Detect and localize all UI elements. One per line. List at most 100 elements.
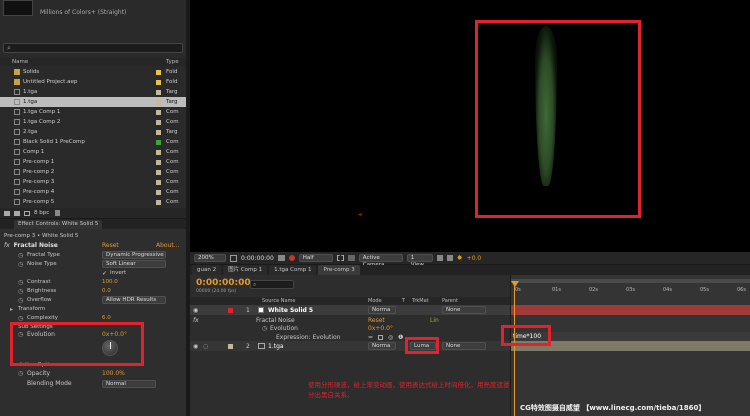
trash-icon[interactable] bbox=[55, 210, 61, 216]
render-icon[interactable] bbox=[446, 255, 453, 261]
effect-reset-link[interactable]: Reset bbox=[102, 242, 119, 249]
column-parent[interactable]: Parent bbox=[442, 298, 458, 304]
project-item[interactable]: 1.tga Targ bbox=[0, 87, 186, 97]
stopwatch-icon[interactable]: ◷ bbox=[18, 370, 23, 377]
project-item[interactable]: Pre-comp 5 Com bbox=[0, 197, 186, 207]
project-item[interactable]: Pre-comp 2 Com bbox=[0, 167, 186, 177]
project-search-input[interactable]: ⌕ bbox=[3, 43, 183, 53]
layer-mode-dropdown[interactable]: Norma bbox=[368, 342, 396, 350]
roi-icon[interactable] bbox=[336, 255, 344, 261]
stopwatch-icon[interactable]: ◷ bbox=[18, 279, 23, 286]
interpret-footage-icon[interactable] bbox=[4, 210, 10, 216]
label-color-swatch[interactable] bbox=[156, 149, 161, 155]
effect-prop-value[interactable]: 100.0 bbox=[102, 279, 118, 285]
column-name[interactable]: Name bbox=[12, 59, 28, 65]
fx-icon[interactable]: fx bbox=[4, 242, 10, 249]
camera-dropdown[interactable]: Active Camera bbox=[358, 254, 403, 268]
project-item[interactable]: Black Solid 1 PreComp Com bbox=[0, 137, 186, 147]
property-value[interactable]: 0x+0.0° bbox=[368, 325, 393, 332]
tab-effect-controls[interactable]: Effect Controls: White Solid 5 bbox=[14, 220, 103, 229]
timeline-tab[interactable]: guan 2 bbox=[192, 265, 222, 275]
project-item[interactable]: 2.tga Targ bbox=[0, 127, 186, 137]
viewer-timecode[interactable]: 0:00:00:00 bbox=[241, 255, 274, 262]
label-color-swatch[interactable] bbox=[156, 119, 161, 125]
bpc-label[interactable]: 8 bpc bbox=[34, 210, 49, 216]
stopwatch-icon[interactable]: ◷ bbox=[18, 315, 23, 322]
label-color-swatch[interactable] bbox=[228, 307, 233, 313]
label-color-swatch[interactable] bbox=[156, 69, 161, 75]
layer-name[interactable]: White Solid 5 bbox=[268, 307, 313, 314]
project-item[interactable]: Pre-comp 4 Com bbox=[0, 187, 186, 197]
project-item[interactable]: Pre-comp 1 Com bbox=[0, 157, 186, 167]
project-item[interactable]: 1.tga Targ bbox=[0, 97, 186, 107]
time-ruler[interactable]: 0s 01s 02s 03s 04s 05s 06s bbox=[511, 287, 750, 297]
label-color-swatch[interactable] bbox=[156, 189, 161, 195]
twirl-icon[interactable]: ▸ bbox=[10, 306, 13, 313]
transparency-icon[interactable] bbox=[347, 255, 355, 261]
label-color-swatch[interactable] bbox=[156, 169, 161, 175]
effect-prop-dropdown[interactable]: Soft Linear bbox=[102, 260, 166, 268]
label-color-swatch[interactable] bbox=[156, 79, 161, 85]
effect-about-link[interactable]: About... bbox=[156, 242, 179, 249]
toggle-icon[interactable] bbox=[436, 255, 443, 261]
column-mode[interactable]: Mode bbox=[368, 298, 382, 304]
resolution-dropdown[interactable]: Half bbox=[298, 254, 333, 262]
layer-name[interactable]: 1.tga bbox=[268, 343, 284, 350]
effect-prop-dropdown[interactable]: Allow HDR Results bbox=[102, 296, 166, 304]
label-color-swatch[interactable] bbox=[156, 179, 161, 185]
column-trkmat[interactable]: TrkMat bbox=[412, 298, 429, 304]
speaker-icon[interactable]: ◌ bbox=[203, 343, 208, 350]
project-item[interactable]: Pre-comp 3 Com bbox=[0, 177, 186, 187]
stopwatch-icon[interactable]: ◷ bbox=[18, 297, 23, 304]
stopwatch-icon[interactable]: ◷ bbox=[18, 252, 23, 259]
snapshot-icon[interactable] bbox=[277, 255, 285, 261]
new-comp-icon[interactable] bbox=[24, 210, 30, 216]
project-item[interactable]: Solids Fold bbox=[0, 67, 186, 77]
stopwatch-icon[interactable]: ◷ bbox=[18, 261, 23, 268]
column-t[interactable]: T bbox=[402, 298, 405, 304]
label-color-swatch[interactable] bbox=[156, 139, 161, 145]
timeline-tab[interactable]: Pre-comp 3 bbox=[318, 265, 360, 275]
layer-row-2[interactable]: ◉ ◌ 2 1.tga Norma Luma None bbox=[190, 341, 510, 351]
timeline-timecode[interactable]: 0:00:00:00 bbox=[196, 278, 251, 288]
effect-prop-value[interactable]: 0.0 bbox=[102, 288, 111, 294]
layer-row-1[interactable]: ◉ 1 White Solid 5 Norma None bbox=[190, 305, 510, 315]
exposure-icon[interactable]: ✸ bbox=[457, 254, 463, 262]
exposure-value[interactable]: +0.0 bbox=[467, 255, 482, 262]
effect-prop-value[interactable]: 6.0 bbox=[102, 315, 111, 321]
label-color-swatch[interactable] bbox=[156, 199, 161, 205]
stopwatch-icon[interactable]: ◷ bbox=[262, 325, 267, 332]
label-color-swatch[interactable] bbox=[156, 109, 161, 115]
playhead-marker-icon[interactable] bbox=[511, 281, 519, 287]
project-item[interactable]: Comp 1 Com bbox=[0, 147, 186, 157]
grid-icon[interactable] bbox=[230, 254, 237, 262]
layer-mode-dropdown[interactable]: Norma bbox=[368, 306, 396, 314]
timeline-tab[interactable]: 图片 Comp 1 bbox=[223, 265, 268, 275]
project-item[interactable]: Untitled Project.aep Fold bbox=[0, 77, 186, 87]
project-item[interactable]: 1.tga Comp 1 Com bbox=[0, 107, 186, 117]
eye-icon[interactable]: ◉ bbox=[193, 343, 198, 350]
column-type[interactable]: Type bbox=[166, 59, 179, 65]
work-area-bar[interactable] bbox=[511, 279, 750, 283]
layer-parent-dropdown[interactable]: None bbox=[442, 306, 486, 314]
expression-pickwhip-icon[interactable]: ◎ bbox=[388, 334, 393, 341]
expression-enable-icon[interactable]: = bbox=[368, 334, 373, 341]
new-folder-icon[interactable] bbox=[14, 210, 20, 216]
magnification-dropdown[interactable]: 200% bbox=[194, 254, 226, 262]
effect-prop-dropdown[interactable]: Dynamic Progressive bbox=[102, 251, 166, 259]
layer-parent-dropdown[interactable]: None bbox=[442, 342, 486, 350]
timeline-search-input[interactable]: ⌕ bbox=[250, 280, 294, 289]
stopwatch-icon[interactable]: ◷ bbox=[18, 288, 23, 295]
invert-checkbox[interactable]: ✓ bbox=[102, 270, 107, 277]
project-item[interactable]: 1.tga Comp 2 Com bbox=[0, 117, 186, 127]
label-color-swatch[interactable] bbox=[156, 129, 161, 135]
expression-menu-icon[interactable]: ❶ bbox=[398, 334, 403, 341]
playhead[interactable] bbox=[514, 283, 515, 416]
blending-mode-dropdown[interactable]: Normal bbox=[102, 380, 156, 388]
label-color-swatch[interactable] bbox=[156, 159, 161, 165]
label-color-swatch[interactable] bbox=[156, 99, 161, 105]
layer-bar-1[interactable] bbox=[511, 305, 750, 315]
column-source-name[interactable]: Source Name bbox=[262, 298, 296, 304]
label-color-swatch[interactable] bbox=[156, 89, 161, 95]
views-dropdown[interactable]: 1 View bbox=[406, 254, 433, 268]
